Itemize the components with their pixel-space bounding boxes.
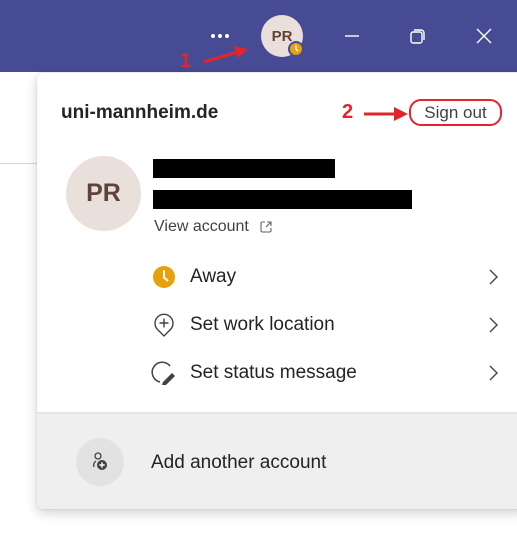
annotation-number-2: 2 (342, 101, 354, 123)
organization-name: uni-mannheim.de (61, 102, 219, 123)
restore-icon (410, 29, 425, 44)
chevron-right-icon (489, 317, 498, 333)
minimize-icon (345, 35, 359, 37)
account-flyout-panel: uni-mannheim.de Sign out PR View account… (37, 73, 517, 509)
status-message-edit-icon (151, 360, 177, 386)
person-add-icon (76, 438, 124, 486)
redacted-user-name (153, 159, 335, 178)
presence-away-badge (288, 41, 304, 57)
menu-item-set-work-location[interactable]: Set work location (151, 305, 501, 345)
menu-item-away[interactable]: Away (151, 257, 501, 297)
external-link-icon (260, 221, 272, 233)
location-add-icon (151, 312, 177, 338)
close-icon (476, 28, 492, 44)
add-another-account-button[interactable]: Add another account (37, 412, 517, 509)
menu-item-label: Set status message (190, 362, 357, 383)
annotation-number-1: 1 (180, 50, 192, 72)
avatar-initials: PR (271, 27, 293, 45)
away-clock-icon (151, 264, 177, 290)
background-divider (0, 163, 40, 164)
close-button[interactable] (470, 22, 498, 50)
title-bar: PR (0, 0, 517, 72)
redacted-user-email (153, 190, 412, 209)
view-account-label: View account (154, 218, 249, 235)
profile-avatar-button[interactable]: PR (261, 15, 304, 57)
account-avatar: PR (66, 156, 141, 231)
menu-item-label: Set work location (190, 314, 335, 335)
menu-item-set-status-message[interactable]: Set status message (151, 353, 501, 393)
restore-button[interactable] (404, 22, 432, 50)
chevron-right-icon (489, 269, 498, 285)
add-another-account-label: Add another account (151, 452, 327, 473)
annotation-arrow-1-icon (203, 46, 248, 64)
minimize-button[interactable] (338, 22, 366, 50)
account-avatar-initials: PR (86, 179, 121, 207)
chevron-right-icon (489, 365, 498, 381)
more-horizontal-icon (211, 34, 215, 38)
view-account-link[interactable]: View account (154, 218, 273, 236)
annotation-arrow-2-icon (364, 107, 408, 121)
sign-out-button[interactable]: Sign out (409, 99, 502, 126)
menu-item-label: Away (190, 266, 237, 287)
